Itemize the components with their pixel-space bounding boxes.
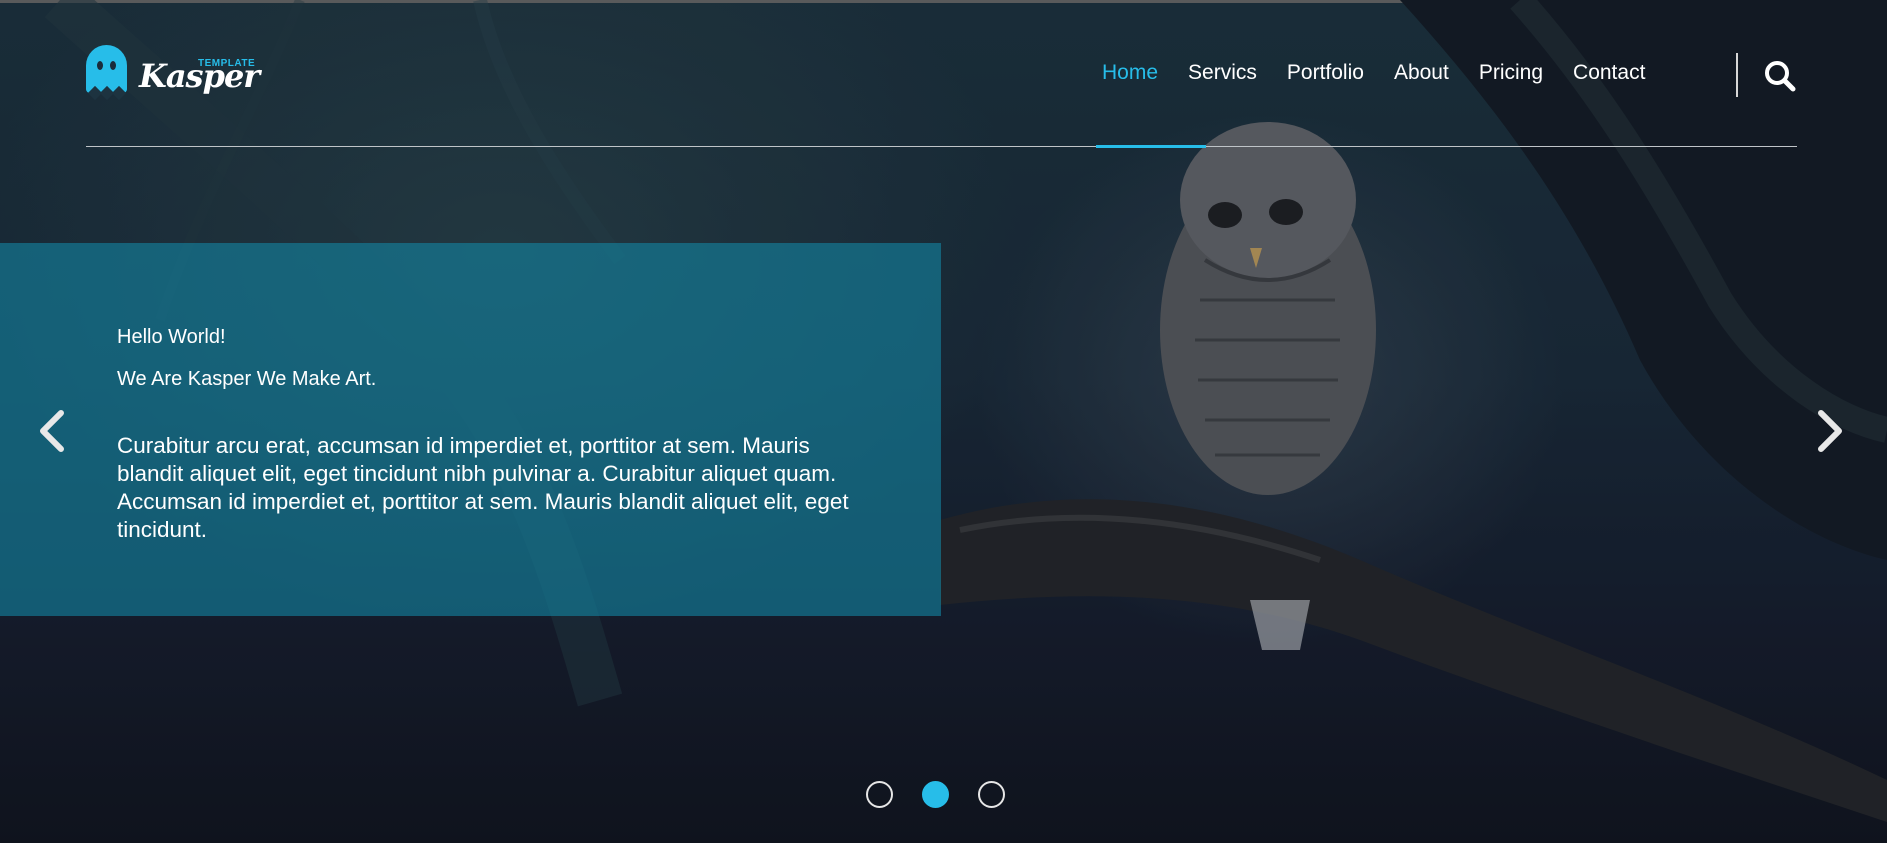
slide-caption-box: Hello World! We Are Kasper We Make Art. … xyxy=(0,243,941,616)
chevron-right-icon[interactable] xyxy=(1812,409,1848,453)
nav-link-services[interactable]: Servics xyxy=(1188,61,1257,85)
slide-greeting: Hello World! xyxy=(117,326,226,348)
main-nav: Home Servics Portfolio About Pricing Con… xyxy=(1102,61,1645,85)
nav-link-pricing[interactable]: Pricing xyxy=(1479,61,1543,85)
slider-dot-3[interactable] xyxy=(978,781,1005,808)
logo-wordmark: Kasper xyxy=(139,57,260,95)
chevron-left-icon[interactable] xyxy=(34,409,70,453)
slider-dot-1[interactable] xyxy=(866,781,893,808)
nav-link-portfolio[interactable]: Portfolio xyxy=(1287,61,1364,85)
nav-link-home[interactable]: Home xyxy=(1102,61,1158,85)
nav-link-about[interactable]: About xyxy=(1394,61,1449,85)
slide-body-text: Curabitur arcu erat, accumsan id imperdi… xyxy=(117,433,849,542)
nav-divider xyxy=(1736,53,1738,97)
search-icon[interactable] xyxy=(1764,60,1796,92)
brand-logo[interactable]: TEMPLATE Kasper xyxy=(86,45,261,101)
hero-section: TEMPLATE Kasper Home Servics Portfolio A… xyxy=(0,0,1887,843)
header-divider xyxy=(86,146,1797,147)
nav-link-contact[interactable]: Contact xyxy=(1573,61,1645,85)
active-nav-indicator xyxy=(1096,145,1206,148)
slide-subtitle: We Are Kasper We Make Art. xyxy=(117,368,377,390)
slider-dot-2[interactable] xyxy=(922,781,949,808)
ghost-icon xyxy=(86,45,127,101)
slider-pagination xyxy=(866,781,1005,808)
